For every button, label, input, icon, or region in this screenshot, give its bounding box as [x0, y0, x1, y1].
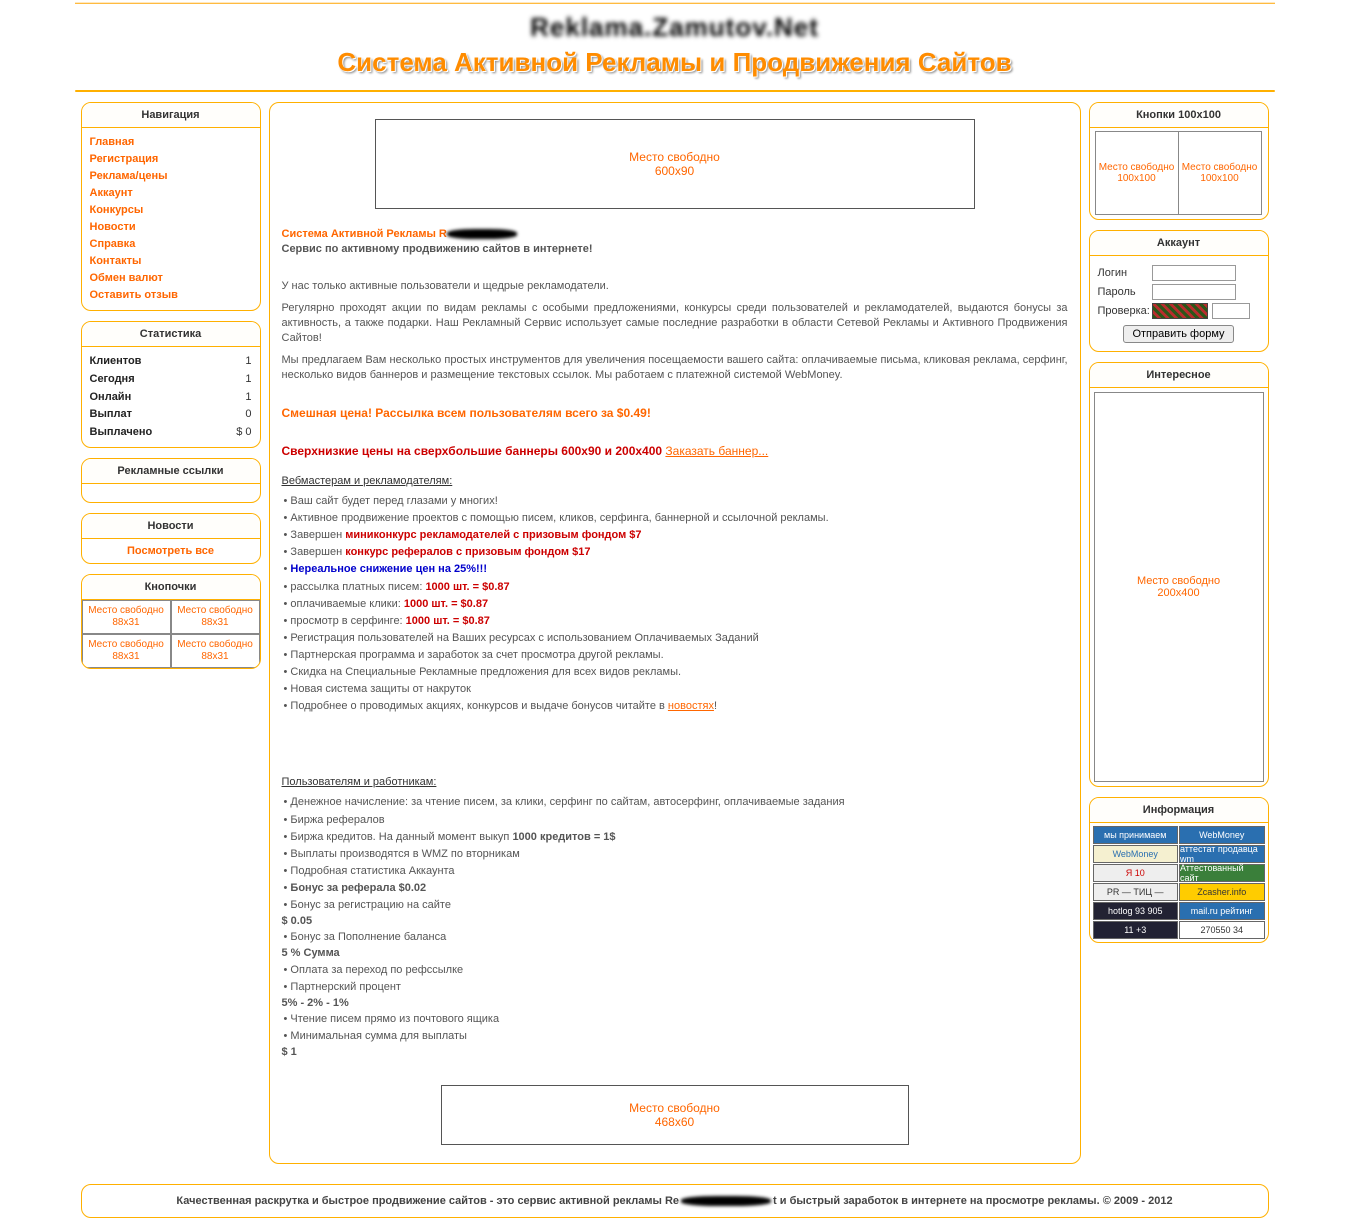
nav-item-8[interactable]: Обмен валют: [90, 270, 252, 287]
password-input[interactable]: [1152, 284, 1236, 300]
section-webmasters: Вебмастерам и рекламодателям:: [282, 474, 1068, 489]
nav-item-7[interactable]: Контакты: [90, 253, 252, 270]
footer: Качественная раскрутка и быстрое продвиж…: [81, 1184, 1269, 1218]
nav-item-6[interactable]: Справка: [90, 236, 252, 253]
para-1: У нас только активные пользователи и щед…: [282, 279, 1068, 294]
site-subtitle: Система Активной Рекламы и Продвижения С…: [75, 47, 1275, 78]
account-panel: Аккаунт Логин Пароль Проверка:: [1089, 230, 1269, 352]
info-badge[interactable]: PR — ТИЦ —: [1093, 883, 1179, 901]
stats-row: Сегодня1: [90, 371, 252, 389]
banner-88-slot[interactable]: Место свободно 88x31: [171, 634, 260, 668]
stats-row: Выплачено$ 0: [90, 424, 252, 442]
slots100-panel: Кнопки 100x100 Место свободно 100x100 Ме…: [1089, 102, 1269, 220]
info-badge[interactable]: WebMoney: [1093, 845, 1179, 863]
captcha-input[interactable]: [1212, 303, 1250, 319]
banner-600x90-slot[interactable]: Место свободно 600x90: [375, 119, 975, 209]
password-label: Пароль: [1098, 286, 1152, 298]
nav-item-2[interactable]: Реклама/цены: [90, 168, 252, 185]
submit-button[interactable]: Отправить форму: [1123, 325, 1233, 343]
price-line-1: Смешная цена! Рассылка всем пользователя…: [282, 405, 1068, 422]
info-badge[interactable]: hotlog 93 905: [1093, 902, 1179, 920]
banner-88-slot[interactable]: Место свободно 88x31: [171, 600, 260, 634]
info-badge[interactable]: аттестат продавца wm: [1179, 845, 1265, 863]
stats-title: Статистика: [82, 322, 260, 347]
interesting-title: Интересное: [1090, 363, 1268, 388]
adlinks-panel: Рекламные ссылки: [81, 458, 261, 503]
news-panel: Новости Посмотреть все: [81, 513, 261, 564]
login-label: Логин: [1098, 267, 1152, 279]
stats-row: Онлайн1: [90, 389, 252, 407]
info-badge[interactable]: 270550 34: [1179, 921, 1265, 939]
section-users: Пользователям и работникам:: [282, 775, 1068, 790]
banner-88-slot[interactable]: Место свободно 88x31: [82, 634, 171, 668]
info-badge[interactable]: мы принимаем: [1093, 826, 1179, 844]
intro-line2: Сервис по активному продвижению сайтов в…: [282, 243, 593, 255]
main-panel: Место свободно 600x90 Система Активной Р…: [269, 102, 1081, 1164]
nav-item-1[interactable]: Регистрация: [90, 151, 252, 168]
banner-88-slot[interactable]: Место свободно 88x31: [82, 600, 171, 634]
para-2: Регулярно проходят акции по видам реклам…: [282, 301, 1068, 347]
info-badge[interactable]: 11 +3: [1093, 921, 1179, 939]
banner-468x60-slot[interactable]: Место свободно 468x60: [441, 1085, 909, 1145]
nav-item-4[interactable]: Конкурсы: [90, 202, 252, 219]
account-title: Аккаунт: [1090, 231, 1268, 256]
interesting-panel: Интересное Место свободно 200x400: [1089, 362, 1269, 787]
info-badge[interactable]: Я 10: [1093, 864, 1179, 882]
redacted-text: [681, 1196, 771, 1206]
info-badge[interactable]: mail.ru рейтинг: [1179, 902, 1265, 920]
stats-row: Выплат0: [90, 406, 252, 424]
page-header: Reklama.Zamutov.Net Система Активной Рек…: [75, 4, 1275, 84]
nav-item-9[interactable]: Оставить отзыв: [90, 287, 252, 304]
banner-100-slot[interactable]: Место свободно 100x100: [1178, 131, 1262, 215]
banner-100-slot[interactable]: Место свободно 100x100: [1095, 131, 1179, 215]
slots100-title: Кнопки 100x100: [1090, 103, 1268, 128]
nav-panel: Навигация ГлавнаяРегистрацияРеклама/цены…: [81, 102, 261, 311]
adlinks-title: Рекламные ссылки: [82, 459, 260, 484]
buttons88-panel: Кнопочки Место свободно 88x31Место свобо…: [81, 574, 261, 669]
nav-item-5[interactable]: Новости: [90, 219, 252, 236]
login-input[interactable]: [1152, 265, 1236, 281]
stats-row: Клиентов1: [90, 353, 252, 371]
stats-panel: Статистика Клиентов1Сегодня1Онлайн1Выпла…: [81, 321, 261, 448]
buttons88-title: Кнопочки: [82, 575, 260, 600]
news-view-all-link[interactable]: Посмотреть все: [90, 545, 252, 557]
captcha-label: Проверка:: [1098, 305, 1152, 317]
redacted-text: [447, 229, 517, 239]
para-3: Мы предлагаем Вам несколько простых инст…: [282, 353, 1068, 384]
nav-title: Навигация: [82, 103, 260, 128]
info-title: Информация: [1090, 798, 1268, 823]
banner-200x400-slot[interactable]: Место свободно 200x400: [1094, 392, 1264, 782]
info-badge[interactable]: Аттестованный сайт: [1179, 864, 1265, 882]
intro-line1: Система Активной Рекламы R: [282, 228, 447, 240]
info-badge[interactable]: Zcasher.info: [1179, 883, 1265, 901]
info-badge[interactable]: WebMoney: [1179, 826, 1265, 844]
site-title: Reklama.Zamutov.Net: [530, 12, 819, 43]
news-link-inline[interactable]: новостях: [668, 700, 714, 712]
header-divider: [75, 90, 1275, 92]
nav-item-0[interactable]: Главная: [90, 134, 252, 151]
captcha-image: [1152, 303, 1208, 319]
news-title: Новости: [82, 514, 260, 539]
order-banner-link[interactable]: Заказать баннер...: [665, 444, 768, 458]
nav-item-3[interactable]: Аккаунт: [90, 185, 252, 202]
info-panel: Информация мы принимаемWebMoneyWebMoneyа…: [1089, 797, 1269, 943]
price-line-2: Сверхнизкие цены на сверхбольшие баннеры…: [282, 444, 663, 458]
